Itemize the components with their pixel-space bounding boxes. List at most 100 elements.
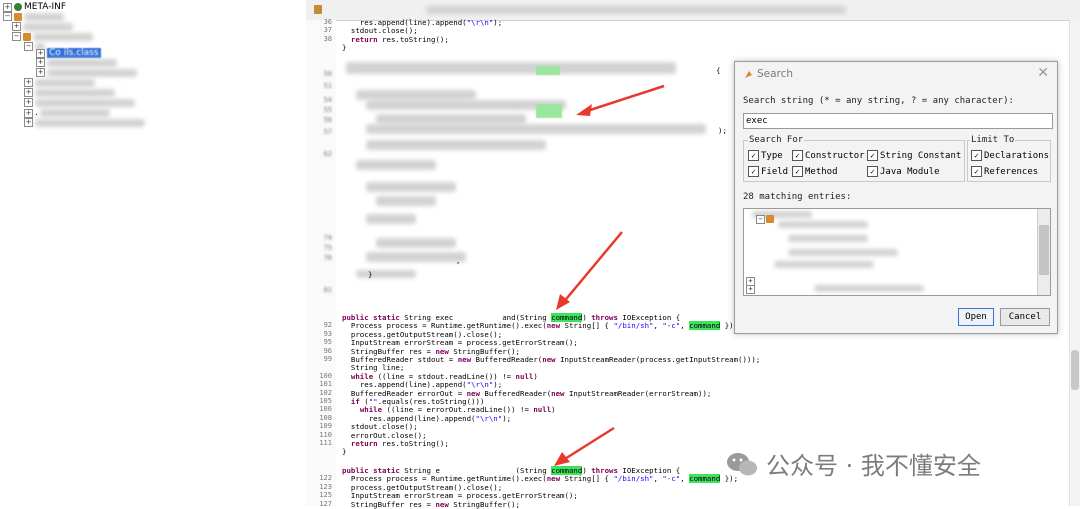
line-number: 123 (319, 482, 332, 491)
checkbox-references[interactable]: ✓ References (971, 166, 1038, 177)
checkbox-label: Constructor (805, 150, 865, 161)
minus-expander-icon[interactable]: − (3, 12, 12, 21)
tree-node-class[interactable]: + (36, 68, 137, 77)
tree-node-folder[interactable]: + (24, 98, 135, 107)
tree-node-label: META-INF (24, 2, 67, 12)
line-number: 101 (319, 380, 332, 389)
plus-expander-icon[interactable]: + (24, 98, 33, 107)
plus-expander-icon[interactable]: + (24, 88, 33, 97)
blurred-code (376, 114, 526, 124)
minus-expander-icon[interactable]: − (756, 215, 765, 224)
blurred-label (23, 22, 73, 31)
tree-node-folder[interactable]: + . (24, 108, 110, 118)
plus-expander-icon[interactable]: + (24, 118, 33, 127)
checkbox-declarations[interactable]: ✓ Declarations (971, 150, 1049, 161)
match-count: 28 matching entries: (743, 192, 852, 202)
tree-node-folder[interactable]: + (24, 88, 115, 97)
line-number: 122 (319, 474, 332, 483)
close-icon[interactable]: ✕ (1037, 65, 1049, 81)
search-for-label: Search For (748, 135, 805, 145)
checkbox-checked-icon[interactable]: ✓ (867, 166, 878, 177)
limit-to-label: Limit To (970, 135, 1016, 145)
checkbox-checked-icon[interactable]: ✓ (748, 166, 759, 177)
checkbox-checked-icon[interactable]: ✓ (867, 150, 878, 161)
results-scrollbar[interactable] (1037, 209, 1050, 295)
search-prompt: Search string (* = any string, ? = any c… (743, 96, 1014, 106)
checkbox-field[interactable]: ✓ Field (748, 166, 788, 177)
checkbox-checked-icon[interactable]: ✓ (971, 166, 982, 177)
results-list[interactable]: − + + (743, 208, 1051, 296)
checkbox-label: Declarations (984, 150, 1050, 161)
checkbox-method[interactable]: ✓ Method (792, 166, 838, 177)
plus-expander-icon[interactable]: + (36, 58, 45, 67)
checkbox-checked-icon[interactable]: ✓ (792, 150, 803, 161)
blurred-result (778, 221, 868, 228)
globe-icon (14, 3, 22, 11)
line-number: 55 (323, 106, 332, 114)
code-brace: , (456, 256, 461, 265)
plus-expander-icon[interactable]: + (36, 68, 45, 77)
tree-node-selected-class[interactable]: + Co ils.class (36, 48, 101, 58)
blurred-code (356, 160, 436, 170)
code-line: return res.toString(); (350, 439, 449, 448)
tree-node-folder[interactable]: + (24, 118, 145, 127)
plus-expander-icon[interactable]: + (746, 285, 755, 294)
blurred-label (39, 109, 110, 117)
line-number: 100 (319, 371, 332, 380)
red-arrow-1 (576, 84, 665, 116)
checkbox-checked-icon[interactable]: ✓ (748, 150, 759, 161)
tree-node-folder[interactable]: + (24, 78, 95, 87)
scrollbar-thumb[interactable] (1071, 350, 1079, 390)
watermark-text: 公众号 · 我不懂安全 (766, 452, 981, 480)
checkbox-checked-icon[interactable]: ✓ (971, 150, 982, 161)
blurred-tab-title (426, 6, 846, 14)
line-number: 99 (323, 355, 332, 363)
blurred-label (47, 68, 137, 77)
line-number: 95 (323, 338, 332, 347)
search-input[interactable]: exec (743, 113, 1053, 129)
line-number: 62 (323, 150, 332, 158)
minus-expander-icon[interactable]: − (24, 42, 33, 51)
line-number: 102 (319, 388, 332, 397)
tree-node-subpackage[interactable]: − (12, 32, 93, 41)
checkbox-string-constant[interactable]: ✓ String Constant (867, 150, 961, 161)
vertical-scrollbar[interactable] (1069, 20, 1080, 506)
blurred-code (366, 140, 546, 150)
line-number: 38 (323, 34, 332, 43)
line-number: 54 (323, 96, 332, 104)
line-number: 92 (323, 321, 332, 330)
tree-node-dot: . (35, 108, 38, 118)
blurred-result (814, 285, 924, 292)
checkbox-type[interactable]: ✓ Type (748, 150, 783, 161)
highlight-match (536, 66, 560, 75)
checkbox-java-module[interactable]: ✓ Java Module (867, 166, 940, 177)
line-number: 125 (319, 491, 332, 500)
checkbox-constructor[interactable]: ✓ Constructor (792, 150, 865, 161)
checkbox-checked-icon[interactable]: ✓ (792, 166, 803, 177)
line-number-gutter: 36 37 38 92 93 95 96 99 100 101 102 105 106 108 109 110… (306, 18, 336, 508)
line-number: 108 (319, 413, 332, 422)
dialog-title: Search (757, 68, 794, 80)
file-tree-panel[interactable]: + META-INF − + − − + Co ils.class + + + … (0, 0, 307, 506)
plus-expander-icon[interactable]: + (24, 108, 33, 118)
line-number: 93 (323, 329, 332, 338)
tree-node-root-package[interactable]: − (3, 12, 64, 21)
package-icon (23, 32, 31, 41)
line-number: 105 (319, 397, 332, 405)
tree-node-subpackage[interactable]: + (12, 22, 73, 31)
plus-expander-icon[interactable]: + (36, 48, 45, 58)
open-button[interactable]: Open (958, 308, 994, 326)
java-icon (314, 5, 322, 14)
plus-expander-icon[interactable]: + (24, 78, 33, 87)
plus-expander-icon[interactable]: + (3, 2, 12, 12)
tree-node-meta-inf[interactable]: + META-INF (3, 2, 66, 12)
search-dialog[interactable]: Search ✕ Search string (* = any string, … (734, 61, 1058, 334)
blurred-code (366, 182, 456, 192)
cancel-button[interactable]: Cancel (1000, 308, 1050, 326)
tree-node-class[interactable]: + (36, 58, 117, 67)
plus-expander-icon[interactable]: + (12, 22, 21, 31)
minus-expander-icon[interactable]: − (12, 32, 21, 41)
blurred-label (35, 88, 115, 97)
watermark: 公众号 · 我不懂安全 (726, 446, 981, 481)
scrollbar-thumb[interactable] (1039, 225, 1049, 275)
